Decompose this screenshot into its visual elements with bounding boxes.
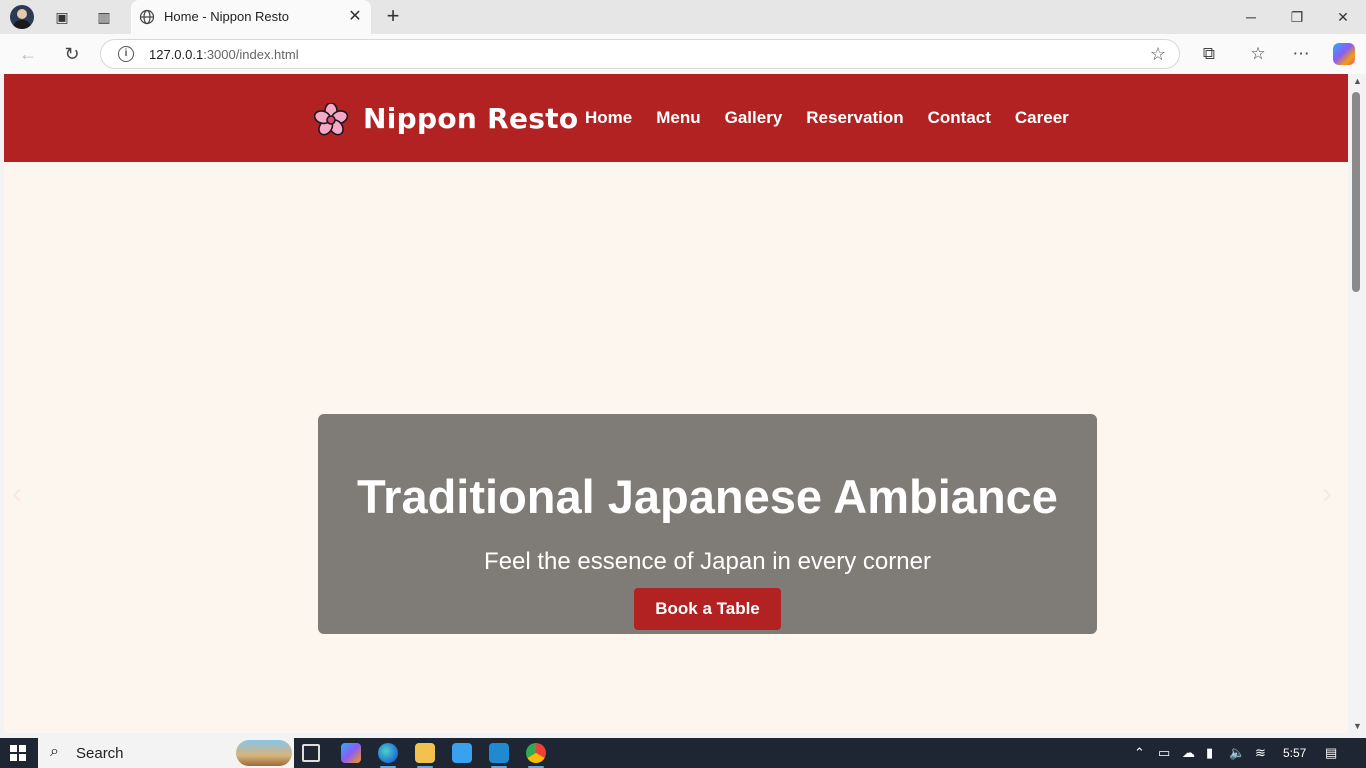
address-bar[interactable]: i 127.0.0.1:3000/index.html ☆	[100, 39, 1180, 69]
carousel-next-icon[interactable]: ›	[1322, 477, 1332, 511]
edge-browser-icon[interactable]	[378, 743, 398, 768]
scroll-thumb[interactable]	[1352, 92, 1360, 292]
taskbar-search[interactable]: ⌕ Search	[38, 738, 294, 768]
tray-overflow-icon[interactable]: ⌃	[1134, 745, 1145, 761]
workspaces-icon[interactable]: ▣	[52, 7, 72, 27]
tab-title: Home - Nippon Resto	[164, 9, 289, 24]
site-info-icon[interactable]: i	[118, 46, 134, 62]
page-scrollbar[interactable]: ▲ ▼	[1348, 74, 1366, 733]
globe-icon	[139, 9, 155, 25]
nav-reservation[interactable]: Reservation	[806, 108, 903, 128]
more-options-icon[interactable]: ⋯	[1290, 43, 1312, 65]
volume-icon[interactable]: 🔈	[1229, 745, 1245, 761]
search-icon: ⌕	[50, 743, 59, 760]
browser-tab-active[interactable]: Home - Nippon Resto ✕	[131, 0, 371, 34]
browser-toolbar: ← ↻ i 127.0.0.1:3000/index.html ☆ ⧉ ☆ ⋯	[0, 34, 1366, 74]
web-page: Nippon Resto Home Menu Gallery Reservati…	[4, 74, 1348, 733]
sakura-flower-icon	[314, 103, 348, 136]
copilot-taskbar-icon[interactable]	[341, 743, 361, 763]
restore-icon[interactable]: ❐	[1286, 6, 1308, 28]
new-tab-button[interactable]: +	[382, 5, 404, 27]
nav-gallery[interactable]: Gallery	[725, 108, 783, 128]
task-view-icon[interactable]	[302, 744, 320, 762]
meet-now-icon[interactable]: ▭	[1158, 745, 1170, 761]
taskbar-clock[interactable]: 5:57	[1283, 746, 1306, 760]
onedrive-icon[interactable]: ☁	[1182, 745, 1195, 761]
carousel-prev-icon[interactable]: ‹	[12, 477, 22, 511]
close-tab-icon[interactable]: ✕	[345, 7, 365, 27]
site-header: Nippon Resto Home Menu Gallery Reservati…	[4, 74, 1348, 162]
vscode-icon[interactable]	[489, 743, 509, 768]
hero-title: Traditional Japanese Ambiance	[357, 470, 1058, 523]
nav-career[interactable]: Career	[1015, 108, 1069, 128]
microsoft-store-icon[interactable]	[452, 743, 472, 763]
favorites-icon[interactable]: ☆	[1247, 43, 1269, 65]
chrome-icon[interactable]	[526, 743, 546, 768]
profile-avatar[interactable]	[10, 5, 34, 29]
back-arrow-icon[interactable]: ←	[17, 43, 39, 65]
extensions-icon[interactable]: ⧉	[1198, 43, 1220, 65]
book-table-button[interactable]: Book a Table	[634, 588, 781, 630]
file-explorer-icon[interactable]	[415, 743, 435, 768]
reload-icon[interactable]: ↻	[61, 43, 83, 65]
nav-contact[interactable]: Contact	[928, 108, 991, 128]
hero-caption: Traditional Japanese Ambiance Feel the e…	[318, 414, 1097, 634]
browser-tab-strip: ▣ ▥ Home - Nippon Resto ✕ + ─ ❐ ✕	[0, 0, 1366, 34]
url-text: 127.0.0.1:3000/index.html	[149, 47, 299, 62]
search-label: Search	[76, 745, 124, 762]
nav-home[interactable]: Home	[585, 108, 632, 128]
favorite-star-icon[interactable]: ☆	[1150, 44, 1166, 65]
windows-taskbar: ⌕ Search ⌃ ▭ ☁ ▮ 🔈 ≋ 5:57 ▤	[0, 738, 1366, 768]
notifications-icon[interactable]: ▤	[1325, 745, 1337, 761]
copilot-icon[interactable]	[1333, 43, 1355, 65]
hero-subtitle: Feel the essence of Japan in every corne…	[484, 548, 931, 575]
search-highlight-image	[236, 740, 292, 766]
vertical-tabs-icon[interactable]: ▥	[94, 7, 114, 27]
wifi-icon[interactable]: ≋	[1255, 745, 1266, 761]
close-window-icon[interactable]: ✕	[1332, 6, 1354, 28]
start-button[interactable]	[10, 745, 26, 761]
battery-icon[interactable]: ▮	[1206, 745, 1213, 761]
brand-name: Nippon Resto	[363, 102, 579, 135]
minimize-icon[interactable]: ─	[1240, 6, 1262, 28]
scroll-up-icon[interactable]: ▲	[1353, 76, 1362, 86]
nav-menu[interactable]: Menu	[656, 108, 700, 128]
main-nav: Home Menu Gallery Reservation Contact Ca…	[585, 108, 1069, 128]
scroll-down-icon[interactable]: ▼	[1353, 721, 1362, 731]
